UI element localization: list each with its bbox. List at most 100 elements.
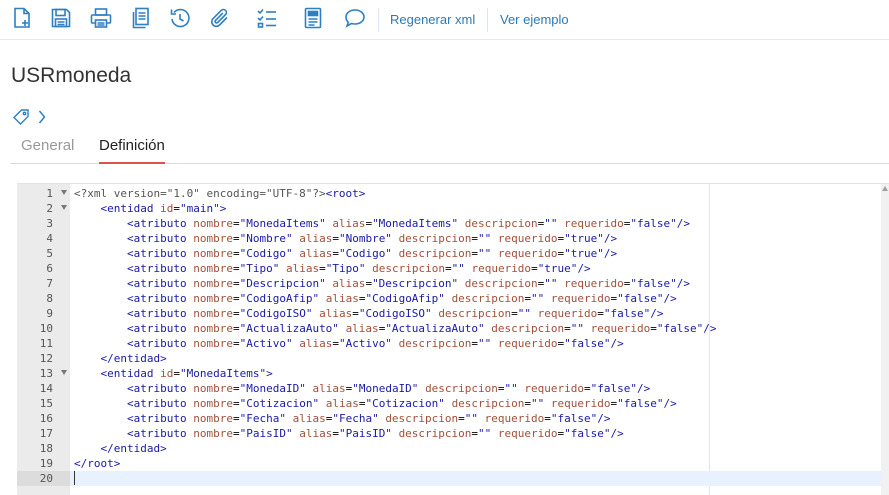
code-line-text: <atributo nombre="MonedaID" alias="Moned… (126, 382, 651, 395)
code-line-text: <atributo nombre="PaisID" alias="PaisID"… (126, 427, 624, 440)
line-number-row: 14 (17, 381, 70, 396)
line-number: 13 (39, 367, 53, 380)
toolbar: Regenerar xml Ver ejemplo (0, 0, 889, 40)
code-line-text: <atributo nombre="CodigoAfip" alias="Cod… (126, 292, 677, 305)
code-line-text: </root> (74, 457, 121, 470)
code-line[interactable]: <atributo nombre="MonedaID" alias="Moned… (70, 381, 889, 396)
code-line[interactable]: <atributo nombre="PaisID" alias="PaisID"… (70, 426, 889, 441)
code-line[interactable]: <atributo nombre="Cotizacion" alias="Cot… (70, 396, 889, 411)
line-number-row: 11 (17, 336, 70, 351)
line-number: 14 (39, 382, 53, 395)
code-line[interactable]: <entidad id="main"> (70, 201, 889, 216)
code-line-text: <atributo nombre="Cotizacion" alias="Cot… (126, 397, 677, 410)
tab-general[interactable]: General (21, 137, 74, 164)
line-number: 16 (39, 412, 53, 425)
form-icon[interactable] (301, 6, 325, 30)
code-line[interactable]: </root> (70, 456, 889, 471)
code-line[interactable]: <atributo nombre="Fecha" alias="Fecha" d… (70, 411, 889, 426)
regenerate-xml-button[interactable]: Regenerar xml (390, 12, 475, 27)
code-line-text: <atributo nombre="CodigoISO" alias="Codi… (126, 307, 664, 320)
code-line[interactable]: <atributo nombre="Codigo" alias="Codigo"… (70, 246, 889, 261)
line-number: 18 (39, 442, 53, 455)
code-line-text: </entidad> (100, 442, 167, 455)
code-line-text: <entidad id="MonedaItems"> (100, 367, 273, 380)
line-number: 9 (46, 307, 53, 320)
code-line-text: <atributo nombre="Tipo" alias="Tipo" des… (126, 262, 591, 275)
copy-icon[interactable] (129, 6, 153, 30)
print-icon[interactable] (89, 6, 113, 30)
line-number: 8 (46, 292, 53, 305)
history-icon[interactable] (168, 6, 192, 30)
toolbar-divider (378, 8, 379, 32)
line-number: 2 (46, 202, 53, 215)
code-line[interactable]: <atributo nombre="Descripcion" alias="De… (70, 276, 889, 291)
tab-definicion[interactable]: Definición (99, 137, 165, 164)
code-line[interactable]: <atributo nombre="CodigoAfip" alias="Cod… (70, 291, 889, 306)
line-number-row: 13 (17, 366, 70, 381)
scroll-up-arrow-icon[interactable] (882, 186, 888, 191)
comment-icon[interactable] (343, 6, 367, 30)
line-number-row: 4 (17, 231, 70, 246)
line-number-row: 16 (17, 411, 70, 426)
xml-code-editor[interactable]: 1 2 3 4 5 6 7 8 9 10 11 12 13 14 15 16 17 18 19 20 <?xml ve… (17, 183, 889, 495)
line-number-row: 15 (17, 396, 70, 411)
code-line[interactable]: <atributo nombre="Activo" alias="Activo"… (70, 336, 889, 351)
vertical-scrollbar[interactable] (881, 184, 889, 495)
code-line-text: <atributo nombre="Fecha" alias="Fecha" d… (126, 412, 611, 425)
line-number: 17 (39, 427, 53, 440)
line-number-row: 7 (17, 276, 70, 291)
line-number-row: 2 (17, 201, 70, 216)
code-line[interactable]: <atributo nombre="ActualizaAuto" alias="… (70, 321, 889, 336)
code-line[interactable]: </entidad> (70, 351, 889, 366)
line-number: 12 (39, 352, 53, 365)
chevron-right-icon[interactable] (37, 109, 47, 125)
view-example-button[interactable]: Ver ejemplo (500, 12, 569, 27)
fold-toggle-icon[interactable] (61, 190, 67, 195)
page-title: USRmoneda (11, 64, 132, 87)
attach-icon[interactable] (208, 6, 232, 30)
save-icon[interactable] (49, 6, 73, 30)
code-line-text: <?xml version="1.0" encoding="UTF-8"?><r… (74, 187, 366, 200)
code-line-text: <atributo nombre="ActualizaAuto" alias="… (126, 322, 717, 335)
line-number: 7 (46, 277, 53, 290)
fold-toggle-icon[interactable] (61, 370, 67, 375)
line-number-row: 1 (17, 186, 70, 201)
code-line-text: <atributo nombre="MonedaItems" alias="Mo… (126, 217, 690, 230)
line-number-row: 20 (17, 471, 70, 486)
line-number: 4 (46, 232, 53, 245)
code-line[interactable]: <atributo nombre="MonedaItems" alias="Mo… (70, 216, 889, 231)
code-line[interactable]: <?xml version="1.0" encoding="UTF-8"?><r… (70, 186, 889, 201)
line-number-row: 17 (17, 426, 70, 441)
code-line[interactable]: </entidad> (70, 441, 889, 456)
line-number-row: 12 (17, 351, 70, 366)
line-number: 6 (46, 262, 53, 275)
code-line-text: <entidad id="main"> (100, 202, 227, 215)
line-number: 15 (39, 397, 53, 410)
line-number: 19 (39, 457, 53, 470)
code-line[interactable]: <atributo nombre="CodigoISO" alias="Codi… (70, 306, 889, 321)
code-line-text: <atributo nombre="Nombre" alias="Nombre"… (126, 232, 618, 245)
code-line[interactable]: <atributo nombre="Tipo" alias="Tipo" des… (70, 261, 889, 276)
line-number-row: 18 (17, 441, 70, 456)
code-line-text: </entidad> (100, 352, 167, 365)
checklist-icon[interactable] (255, 6, 279, 30)
line-number-row: 6 (17, 261, 70, 276)
tag-icon[interactable] (12, 108, 30, 126)
line-number: 10 (39, 322, 53, 335)
fold-toggle-icon[interactable] (61, 205, 67, 210)
line-number-gutter: 1 2 3 4 5 6 7 8 9 10 11 12 13 14 15 16 17 18 19 20 (17, 184, 70, 495)
line-number: 5 (46, 247, 53, 260)
line-number: 1 (46, 187, 53, 200)
code-line-text: <atributo nombre="Codigo" alias="Codigo"… (126, 247, 618, 260)
code-line[interactable]: <entidad id="MonedaItems"> (70, 366, 889, 381)
line-number-row: 19 (17, 456, 70, 471)
code-area[interactable]: <?xml version="1.0" encoding="UTF-8"?><r… (70, 184, 889, 495)
code-line[interactable]: <atributo nombre="Nombre" alias="Nombre"… (70, 231, 889, 246)
code-line-text: <atributo nombre="Descripcion" alias="De… (126, 277, 690, 290)
line-number-row: 5 (17, 246, 70, 261)
tab-bar: General Definición (10, 132, 889, 164)
new-document-icon[interactable] (10, 6, 34, 30)
line-number-row: 9 (17, 306, 70, 321)
line-number: 3 (46, 217, 53, 230)
code-line[interactable] (70, 471, 889, 486)
